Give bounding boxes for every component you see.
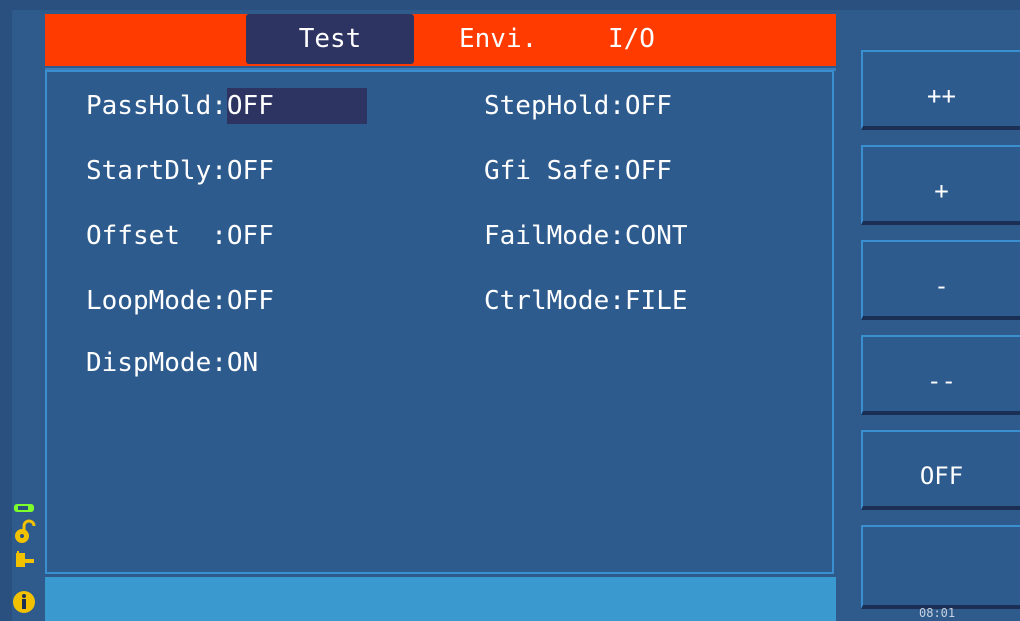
setting-separator: : — [609, 286, 625, 316]
setting-separator: : — [211, 91, 227, 121]
setting-loopmode[interactable]: LoopMode:OFF — [86, 283, 274, 319]
tab-envi[interactable]: Envi. — [459, 14, 537, 64]
tab-bar: Test Envi. I/O — [45, 14, 836, 66]
setting-label: LoopMode — [86, 286, 212, 316]
setting-offset[interactable]: Offset :OFF — [86, 218, 274, 254]
setting-label: PassHold — [86, 91, 212, 121]
setting-label: Gfi Safe — [484, 156, 610, 186]
setting-value[interactable]: FILE — [625, 283, 688, 319]
setting-separator: : — [211, 348, 227, 378]
softkey-off[interactable]: OFF — [861, 430, 1020, 510]
setting-separator: : — [211, 286, 227, 316]
tab-test[interactable]: Test — [246, 14, 414, 64]
softkey-blank[interactable] — [861, 525, 1020, 609]
setting-stephold[interactable]: StepHold:OFF — [484, 88, 672, 124]
setting-separator: : — [609, 221, 625, 251]
softkey-increase[interactable]: + — [861, 145, 1020, 225]
settings-panel — [45, 70, 834, 574]
setting-label: Offset — [86, 221, 212, 251]
softkey-increase-large[interactable]: ++ — [861, 50, 1020, 130]
setting-ctrlmode[interactable]: CtrlMode:FILE — [484, 283, 688, 319]
setting-startdly[interactable]: StartDly:OFF — [86, 153, 274, 189]
setting-separator: : — [609, 91, 625, 121]
softkey-label: OFF — [919, 462, 964, 490]
setting-value[interactable]: CONT — [625, 218, 688, 254]
setting-label: FailMode — [484, 221, 610, 251]
softkey-decrease[interactable]: - — [861, 240, 1020, 320]
setting-separator: : — [211, 221, 227, 251]
unlock-icon — [15, 519, 36, 543]
clock: 08:01 — [919, 606, 956, 620]
setting-label: CtrlMode — [484, 286, 610, 316]
softkey-label: - — [934, 272, 949, 300]
setting-value[interactable]: OFF — [227, 283, 274, 319]
status-bar — [45, 577, 836, 621]
setting-gfi-safe[interactable]: Gfi Safe:OFF — [484, 153, 672, 189]
softkey-label: + — [934, 177, 949, 205]
setting-value-selected[interactable]: OFF — [226, 88, 367, 124]
softkey-label: -- — [927, 367, 956, 395]
setting-value[interactable]: OFF — [625, 88, 672, 124]
tab-io[interactable]: I/O — [608, 14, 655, 64]
setting-value[interactable]: OFF — [625, 153, 672, 189]
setting-separator: : — [211, 156, 227, 186]
softkey-decrease-large[interactable]: -- — [861, 335, 1020, 415]
usb-icon — [14, 504, 34, 512]
softkey-label: ++ — [927, 82, 956, 110]
setting-label: StartDly — [86, 156, 212, 186]
info-icon — [13, 591, 35, 613]
setting-dispmode[interactable]: DispMode:ON — [86, 345, 258, 381]
setting-label: StepHold — [484, 91, 610, 121]
setting-passhold[interactable]: PassHold:OFF — [86, 88, 367, 124]
top-frame — [0, 0, 1020, 10]
setting-label: DispMode — [86, 348, 212, 378]
plug-icon — [16, 551, 34, 567]
setting-value[interactable]: OFF — [227, 153, 274, 189]
left-status-strip — [0, 0, 12, 621]
setting-value[interactable]: OFF — [227, 218, 274, 254]
setting-separator: : — [609, 156, 625, 186]
setting-failmode[interactable]: FailMode:CONT — [484, 218, 688, 254]
setting-value[interactable]: ON — [227, 345, 258, 381]
